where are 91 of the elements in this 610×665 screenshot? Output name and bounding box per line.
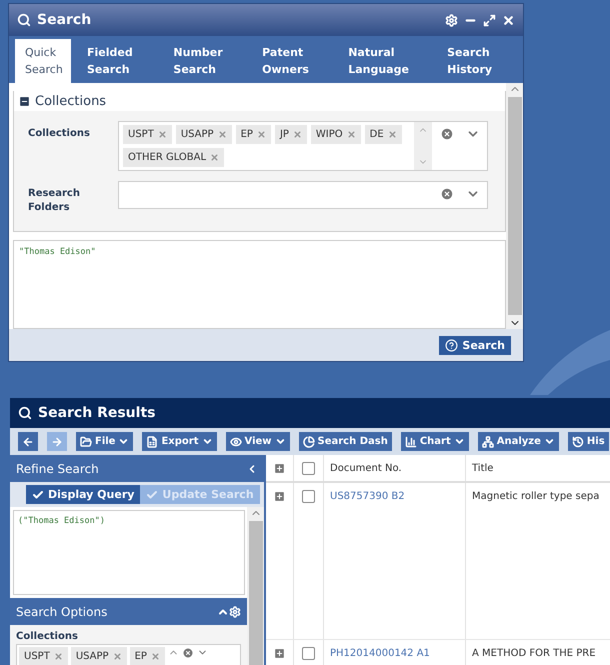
menu-button[interactable]: Chart xyxy=(400,432,469,451)
table-cell: A METHOD FOR THE PRE xyxy=(466,640,610,665)
scrollbar[interactable] xyxy=(247,507,264,665)
remove-icon[interactable] xyxy=(218,130,227,139)
caret-icon xyxy=(454,436,465,447)
document-link[interactable]: PH12014000142 A1 xyxy=(324,640,466,665)
window-title: Search Results xyxy=(38,405,156,421)
toolbar-button[interactable]: Search Dash xyxy=(298,432,392,451)
tag-select-field[interactable]: USPT USAPP EP JP WIPO DE OTHER GLOBAL xyxy=(118,121,488,171)
menu-button[interactable]: File xyxy=(76,432,134,451)
expand-row-icon[interactable] xyxy=(273,647,286,660)
collection-tag[interactable]: USPT xyxy=(19,647,68,665)
toolbar-button[interactable]: His xyxy=(568,432,609,451)
close-icon[interactable] xyxy=(502,14,515,26)
hierarchy-icon xyxy=(482,436,494,448)
settings-icon[interactable] xyxy=(445,14,458,26)
expand-row-icon[interactable] xyxy=(273,490,286,503)
search-tab[interactable]: Natural Language xyxy=(338,39,432,83)
panel-title: Search Options xyxy=(16,604,108,618)
field-label: Collections xyxy=(16,631,79,642)
menu-button[interactable]: Export xyxy=(142,432,216,451)
remove-icon[interactable] xyxy=(54,652,63,661)
expand-all-icon[interactable] xyxy=(273,462,286,475)
row-checkbox[interactable] xyxy=(302,647,315,660)
row-checkbox[interactable] xyxy=(302,490,315,503)
scrollbar[interactable] xyxy=(506,83,523,329)
collection-tag[interactable]: EP xyxy=(130,647,165,665)
bar-chart-icon xyxy=(404,436,417,448)
query-input[interactable]: "Thomas Edison" xyxy=(13,240,506,329)
field-label: Research Folders xyxy=(28,187,81,215)
collections-toggle[interactable]: Collections xyxy=(14,91,505,111)
caret-icon xyxy=(544,436,555,447)
search-icon xyxy=(18,406,32,420)
field-label: Collections xyxy=(28,127,91,141)
check-icon xyxy=(146,488,158,500)
collection-tag[interactable]: OTHER GLOBAL xyxy=(123,148,224,167)
table-cell: Magnetic roller type sepa xyxy=(466,483,610,639)
menu-button[interactable]: View xyxy=(226,432,290,451)
query-button[interactable]: Display Query xyxy=(26,485,140,504)
panel-title: Refine Search xyxy=(16,462,99,476)
menu-button[interactable]: Analyze xyxy=(478,432,559,451)
tag-select-field[interactable]: USPT USAPP EP xyxy=(16,644,241,665)
remove-icon[interactable] xyxy=(256,130,266,139)
caret-icon xyxy=(202,436,212,447)
search-tab[interactable]: Quick Search xyxy=(15,39,71,83)
clear-icon[interactable] xyxy=(440,187,454,201)
search-tab[interactable]: Patent Owners xyxy=(252,39,332,83)
column-header[interactable]: Title xyxy=(466,455,610,481)
help-icon xyxy=(445,338,458,352)
clear-icon[interactable] xyxy=(440,127,454,141)
caret-icon xyxy=(274,436,286,447)
search-tab[interactable]: Number Search xyxy=(163,39,246,83)
nav-button[interactable] xyxy=(18,432,38,451)
query-input[interactable]: ("Thomas Edison") xyxy=(13,510,245,595)
clear-icon[interactable] xyxy=(182,647,194,659)
remove-icon[interactable] xyxy=(388,130,397,139)
tag-scrollbar[interactable] xyxy=(414,122,432,170)
search-tab[interactable]: Fielded Search xyxy=(77,39,158,83)
collection-tag[interactable]: USPT xyxy=(123,125,172,144)
remove-icon[interactable] xyxy=(158,130,167,139)
remove-icon[interactable] xyxy=(292,130,302,139)
document-link[interactable]: US8757390 B2 xyxy=(324,483,466,639)
remove-icon[interactable] xyxy=(346,130,356,139)
remove-icon[interactable] xyxy=(150,652,160,661)
window-title: Search xyxy=(37,12,92,28)
search-tab[interactable]: Search History xyxy=(437,39,517,83)
right-arrow-icon xyxy=(51,436,63,448)
folder-icon xyxy=(80,436,92,448)
pie-chart-icon xyxy=(302,436,315,448)
settings-icon[interactable] xyxy=(229,606,241,618)
collection-tag[interactable]: EP xyxy=(236,125,271,144)
collection-tag[interactable]: WIPO xyxy=(310,125,361,144)
minus-icon xyxy=(18,94,31,108)
collection-tag[interactable]: JP xyxy=(274,125,307,144)
remove-icon[interactable] xyxy=(112,652,122,661)
check-icon xyxy=(32,488,44,500)
spreadsheet-icon xyxy=(146,436,158,448)
search-icon xyxy=(17,13,31,27)
collection-tag[interactable]: USAPP xyxy=(176,125,232,144)
caret-icon xyxy=(118,436,130,447)
remove-icon[interactable] xyxy=(210,153,220,162)
tag-select-field[interactable] xyxy=(118,181,488,209)
eye-icon xyxy=(230,436,242,448)
search-button[interactable]: Search xyxy=(439,336,511,354)
history-icon xyxy=(572,436,584,448)
column-header[interactable]: Document No. xyxy=(324,455,466,481)
collection-tag[interactable]: USAPP xyxy=(70,647,127,665)
collection-tag[interactable]: DE xyxy=(364,125,402,144)
left-arrow-icon xyxy=(22,436,34,448)
select-all-checkbox[interactable] xyxy=(302,462,315,475)
maximize-icon[interactable] xyxy=(483,14,496,26)
